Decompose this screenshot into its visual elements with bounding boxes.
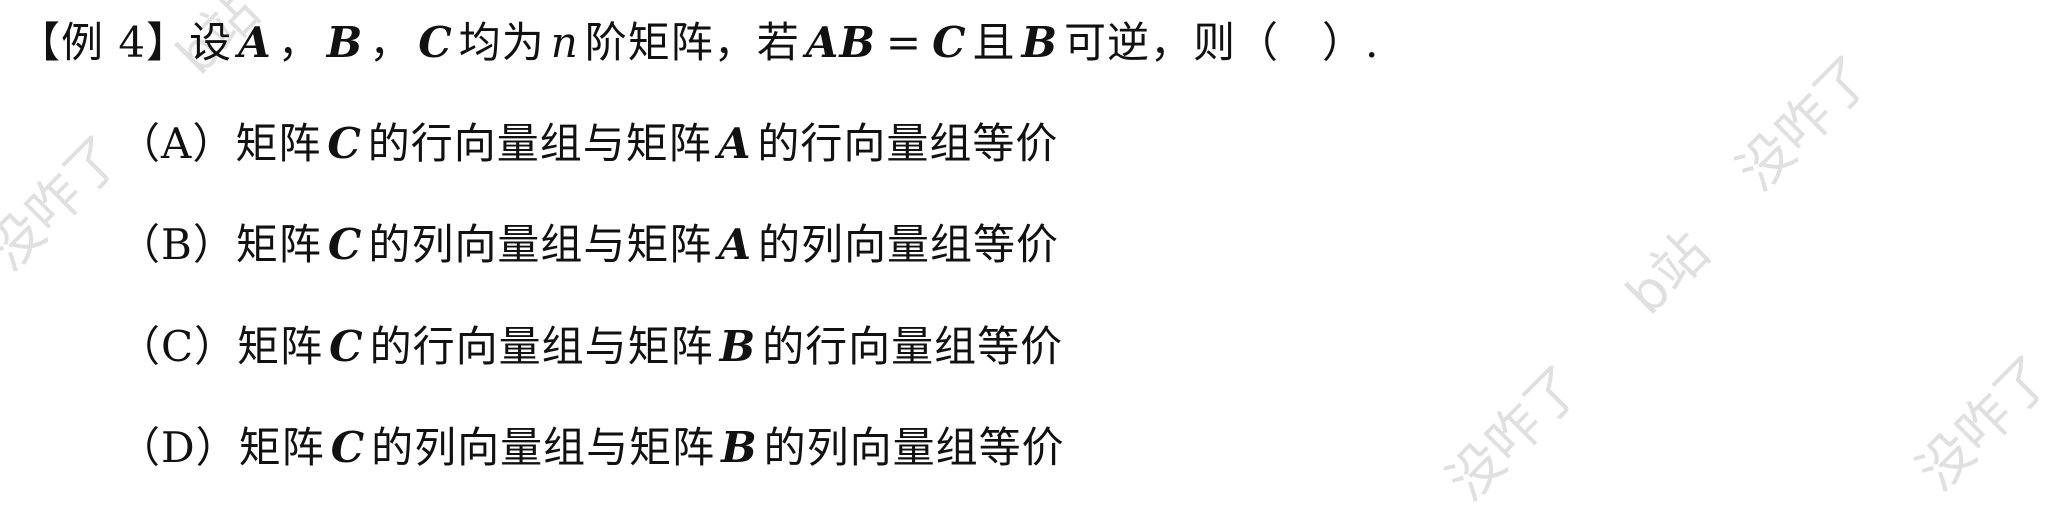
matrix-symbol: B xyxy=(719,322,757,371)
matrix-symbol: B xyxy=(1021,18,1059,67)
matrix-symbol: B xyxy=(326,18,364,67)
question-text: 阶矩阵，若 xyxy=(584,18,800,67)
example-label: 例 4 xyxy=(61,18,147,67)
option-a[interactable]: （A）矩阵 C 的行向量组与矩阵 A 的行向量组等价 xyxy=(118,109,1058,179)
question-text: 均为 xyxy=(458,18,545,67)
matrix-symbol: B xyxy=(721,423,758,472)
question-text: ， xyxy=(277,18,321,67)
matrix-product: AB xyxy=(805,18,876,67)
option-c[interactable]: （C）矩阵 C 的行向量组与矩阵 B 的行向量组等价 xyxy=(118,312,1063,382)
order-symbol: n xyxy=(550,18,579,67)
option-text: 的行向量组等价 xyxy=(757,119,1059,168)
watermark-text: 没咋了 xyxy=(1724,43,1885,203)
option-text: 的列向量组与矩阵 xyxy=(368,220,713,269)
bracket-open: 【 xyxy=(18,18,62,67)
option-label: （C） xyxy=(118,322,238,371)
equals-sign: = xyxy=(885,18,923,67)
option-text: 的行向量组与矩阵 xyxy=(367,119,712,168)
matrix-symbol: C xyxy=(932,18,967,67)
matrix-symbol: A xyxy=(718,220,752,269)
matrix-symbol: C xyxy=(329,322,364,371)
question-text: ， xyxy=(369,18,413,67)
option-text: 的列向量组与矩阵 xyxy=(371,423,716,472)
question-text: 设 xyxy=(189,18,233,67)
option-text: 矩阵 xyxy=(235,119,322,168)
matrix-symbol: A xyxy=(238,18,272,67)
option-label: （D） xyxy=(118,423,239,472)
option-b[interactable]: （B）矩阵 C 的列向量组与矩阵 A 的列向量组等价 xyxy=(118,210,1059,280)
bracket-close: 】 xyxy=(146,18,190,67)
question-text: 且 xyxy=(972,18,1016,67)
matrix-symbol: C xyxy=(327,119,362,168)
watermark-text: 没咋了 xyxy=(1434,353,1595,513)
matrix-symbol: C xyxy=(330,423,366,472)
watermark-text: 没咋了 xyxy=(1904,343,2051,503)
matrix-symbol: A xyxy=(717,119,752,168)
option-d[interactable]: （D）矩阵 C 的列向量组与矩阵 B 的列向量组等价 xyxy=(118,413,1065,483)
option-label: （A） xyxy=(118,119,236,168)
option-label: （B） xyxy=(118,220,236,269)
option-text: 的行向量组与矩阵 xyxy=(369,322,714,371)
question-text: 可逆，则（ ）. xyxy=(1064,18,1380,67)
option-text: 的行向量组等价 xyxy=(762,322,1064,371)
watermark-text: 没咋了 xyxy=(0,123,135,283)
watermark-text: b站 xyxy=(1614,219,1722,327)
matrix-symbol: C xyxy=(418,18,453,67)
matrix-symbol: C xyxy=(327,220,363,269)
question-stem: 【例 4】设 A， B， C 均为 n 阶矩阵，若 AB = C 且 B 可逆，则（ ）. xyxy=(18,8,1379,78)
option-text: 矩阵 xyxy=(237,322,324,371)
option-text: 矩阵 xyxy=(238,423,325,472)
option-text: 的列向量组等价 xyxy=(757,220,1059,269)
option-text: 矩阵 xyxy=(235,220,322,269)
option-text: 的列向量组等价 xyxy=(763,423,1065,472)
